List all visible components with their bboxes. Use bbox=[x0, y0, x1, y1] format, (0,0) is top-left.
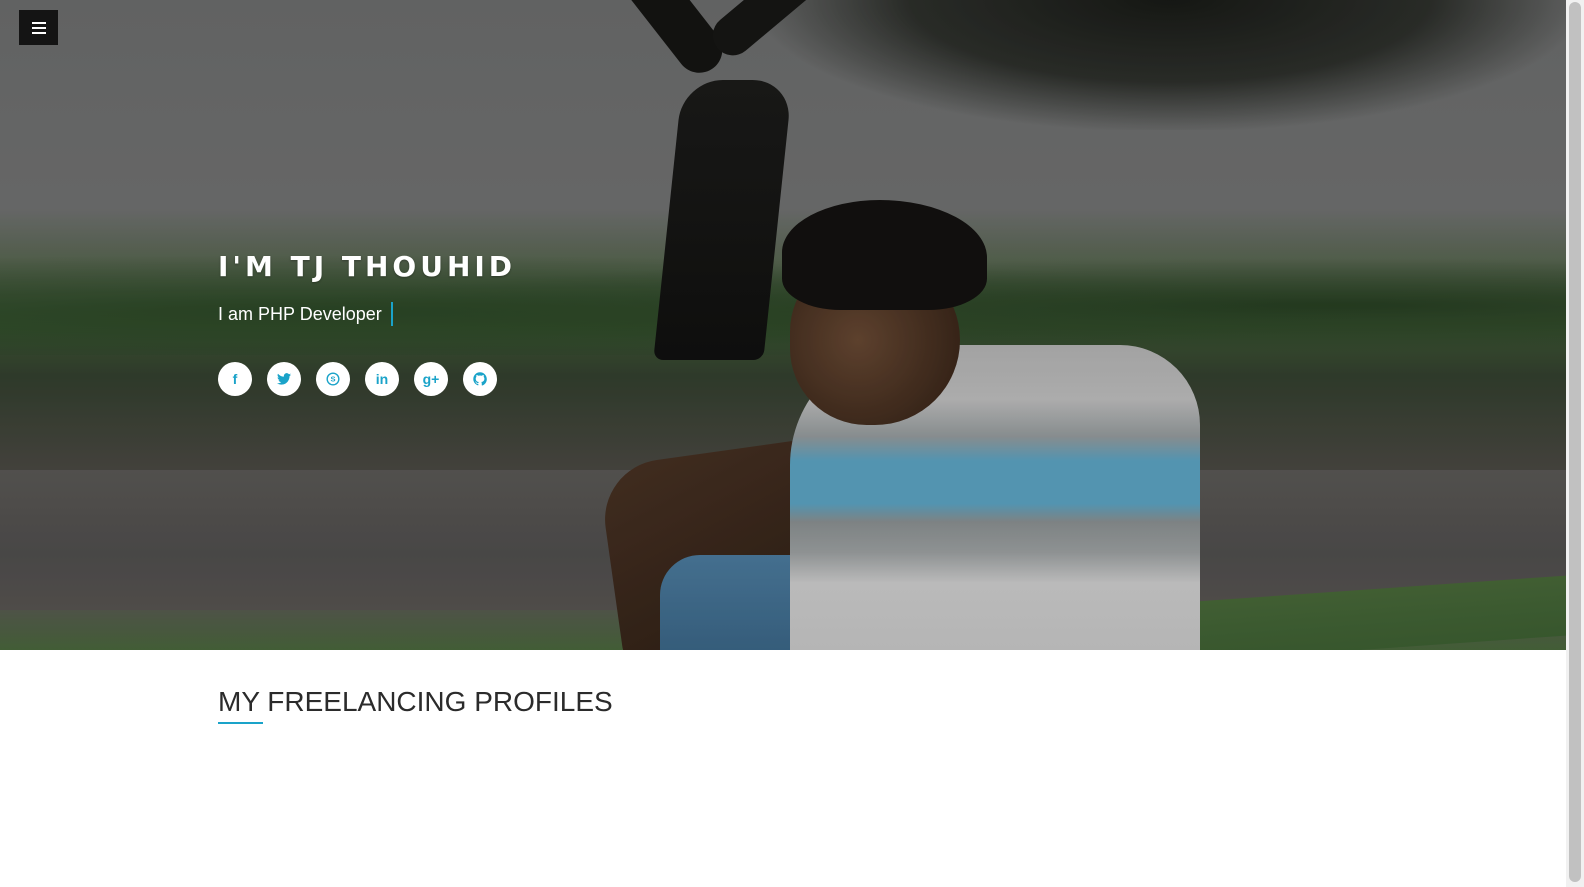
github-icon bbox=[473, 372, 487, 386]
typing-cursor bbox=[390, 302, 393, 326]
google-plus-icon: g+ bbox=[422, 371, 440, 387]
svg-text:S: S bbox=[330, 375, 335, 384]
hero-subtitle-text: I am PHP Developer bbox=[218, 303, 382, 324]
twitter-icon bbox=[277, 373, 291, 385]
skype-button[interactable]: S bbox=[316, 362, 350, 396]
hero-section: I'M TJ THOUHID I am PHP Developer f S in… bbox=[0, 0, 1566, 650]
linkedin-icon: in bbox=[375, 371, 389, 387]
github-button[interactable] bbox=[463, 362, 497, 396]
social-links: f S in g+ bbox=[218, 362, 497, 396]
hero-subtitle: I am PHP Developer bbox=[218, 302, 393, 326]
menu-button[interactable] bbox=[19, 10, 58, 45]
scrollbar-thumb[interactable] bbox=[1569, 2, 1581, 882]
facebook-icon: f bbox=[232, 371, 238, 387]
section-title: MY FREELANCING PROFILES bbox=[218, 686, 613, 717]
hamburger-menu-icon bbox=[31, 21, 46, 34]
twitter-button[interactable] bbox=[267, 362, 301, 396]
linkedin-button[interactable]: in bbox=[365, 362, 399, 396]
skype-icon: S bbox=[326, 372, 340, 386]
google-plus-button[interactable]: g+ bbox=[414, 362, 448, 396]
facebook-button[interactable]: f bbox=[218, 362, 252, 396]
hero-title: I'M TJ THOUHID bbox=[218, 250, 517, 283]
section-title-underline bbox=[218, 722, 263, 724]
